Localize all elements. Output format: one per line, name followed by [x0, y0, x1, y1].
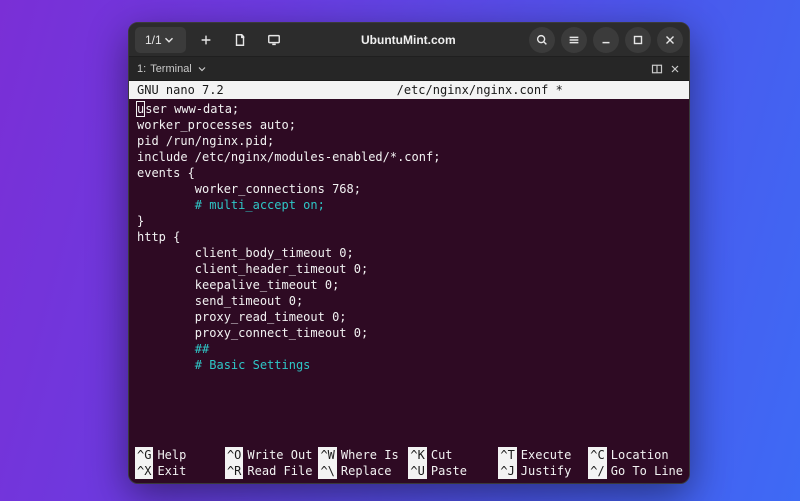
split-icon[interactable]: [651, 63, 663, 75]
broadcast-button[interactable]: [260, 27, 288, 53]
minimize-button[interactable]: [593, 27, 619, 53]
editor-line: # multi_accept on;: [137, 197, 681, 213]
help-shortcut: ^/ Go To Line: [588, 463, 683, 479]
editor-line: ##: [137, 341, 681, 357]
help-label: Cut: [431, 447, 453, 463]
editor-line: include /etc/nginx/modules-enabled/*.con…: [137, 149, 681, 165]
editor-line: user www-data;: [137, 101, 681, 117]
help-shortcut: ^\ Replace: [318, 463, 402, 479]
help-shortcut: ^OWrite Out: [225, 447, 312, 463]
help-shortcut: ^C Location: [588, 447, 683, 463]
editor-line: }: [137, 213, 681, 229]
editor-line: pid /run/nginx.pid;: [137, 133, 681, 149]
help-shortcut: ^T Execute: [498, 447, 582, 463]
hamburger-icon: [567, 33, 581, 47]
help-label: Go To Line: [611, 463, 683, 479]
editor-line: worker_processes auto;: [137, 117, 681, 133]
help-shortcut: ^K Cut: [408, 447, 492, 463]
editor-line: client_body_timeout 0;: [137, 245, 681, 261]
chevron-down-icon: [162, 33, 176, 47]
maximize-icon: [631, 33, 645, 47]
help-label: Paste: [431, 463, 467, 479]
new-window-button[interactable]: [226, 27, 254, 53]
help-label: Replace: [341, 463, 392, 479]
help-key: ^G: [135, 447, 153, 463]
nano-help-bar: ^GHelp ^OWrite Out ^W Where Is ^K Cut ^T Execut…: [129, 447, 689, 483]
help-label: Help: [157, 447, 186, 463]
help-label: Read File: [247, 463, 312, 479]
tabstrip: 1: Terminal: [129, 57, 689, 81]
editor-line: proxy_connect_timeout 0;: [137, 325, 681, 341]
help-label: Location: [611, 447, 669, 463]
nano-titlebar: GNU nano 7.2 /etc/nginx/nginx.conf *: [129, 81, 689, 99]
chevron-down-icon: [196, 63, 208, 75]
minimize-icon: [599, 33, 613, 47]
close-button[interactable]: [657, 27, 683, 53]
help-label: Execute: [521, 447, 572, 463]
tab-label: Terminal: [150, 63, 192, 75]
tab-terminal[interactable]: 1: Terminal: [137, 63, 208, 75]
tab-counter-label: 1/1: [145, 33, 162, 47]
help-shortcut: ^XExit: [135, 463, 219, 479]
cursor: u: [136, 101, 145, 117]
help-shortcut: ^U Paste: [408, 463, 492, 479]
nano-body[interactable]: user www-data;worker_processes auto;pid …: [129, 99, 689, 447]
editor-line: keepalive_timeout 0;: [137, 277, 681, 293]
editor-line: worker_connections 768;: [137, 181, 681, 197]
nano-editor[interactable]: GNU nano 7.2 /etc/nginx/nginx.conf * use…: [129, 81, 689, 483]
help-key: ^\: [318, 463, 336, 479]
nano-app-name: GNU nano 7.2: [137, 82, 278, 98]
help-shortcut: ^GHelp: [135, 447, 219, 463]
editor-line: send_timeout 0;: [137, 293, 681, 309]
maximize-button[interactable]: [625, 27, 651, 53]
help-key: ^/: [588, 463, 606, 479]
help-label: Where Is: [341, 447, 399, 463]
screen-icon: [267, 33, 281, 47]
editor-line: http {: [137, 229, 681, 245]
help-key: ^K: [408, 447, 426, 463]
tab-index: 1:: [137, 63, 146, 75]
editor-line: # Basic Settings: [137, 357, 681, 373]
nano-file-name: /etc/nginx/nginx.conf *: [278, 82, 681, 98]
terminal-window: 1/1 UbuntuMint.com 1:: [128, 22, 690, 484]
window-title: UbuntuMint.com: [294, 33, 523, 47]
search-icon: [535, 33, 549, 47]
help-label: Justify: [521, 463, 572, 479]
tab-counter-button[interactable]: 1/1: [135, 27, 186, 53]
tab-close-icon[interactable]: [669, 63, 681, 75]
help-key: ^R: [225, 463, 243, 479]
close-icon: [663, 33, 677, 47]
help-key: ^W: [318, 447, 336, 463]
editor-line: events {: [137, 165, 681, 181]
help-key: ^C: [588, 447, 606, 463]
help-key: ^J: [498, 463, 516, 479]
window-header: 1/1 UbuntuMint.com: [129, 23, 689, 57]
help-key: ^O: [225, 447, 243, 463]
plus-icon: [199, 33, 213, 47]
help-label: Exit: [157, 463, 186, 479]
editor-line: proxy_read_timeout 0;: [137, 309, 681, 325]
help-key: ^U: [408, 463, 426, 479]
editor-line: client_header_timeout 0;: [137, 261, 681, 277]
menu-button[interactable]: [561, 27, 587, 53]
search-button[interactable]: [529, 27, 555, 53]
help-key: ^X: [135, 463, 153, 479]
help-shortcut: ^J Justify: [498, 463, 582, 479]
help-shortcut: ^RRead File: [225, 463, 312, 479]
new-document-icon: [233, 33, 247, 47]
help-shortcut: ^W Where Is: [318, 447, 402, 463]
new-tab-button[interactable]: [192, 27, 220, 53]
help-label: Write Out: [247, 447, 312, 463]
help-key: ^T: [498, 447, 516, 463]
